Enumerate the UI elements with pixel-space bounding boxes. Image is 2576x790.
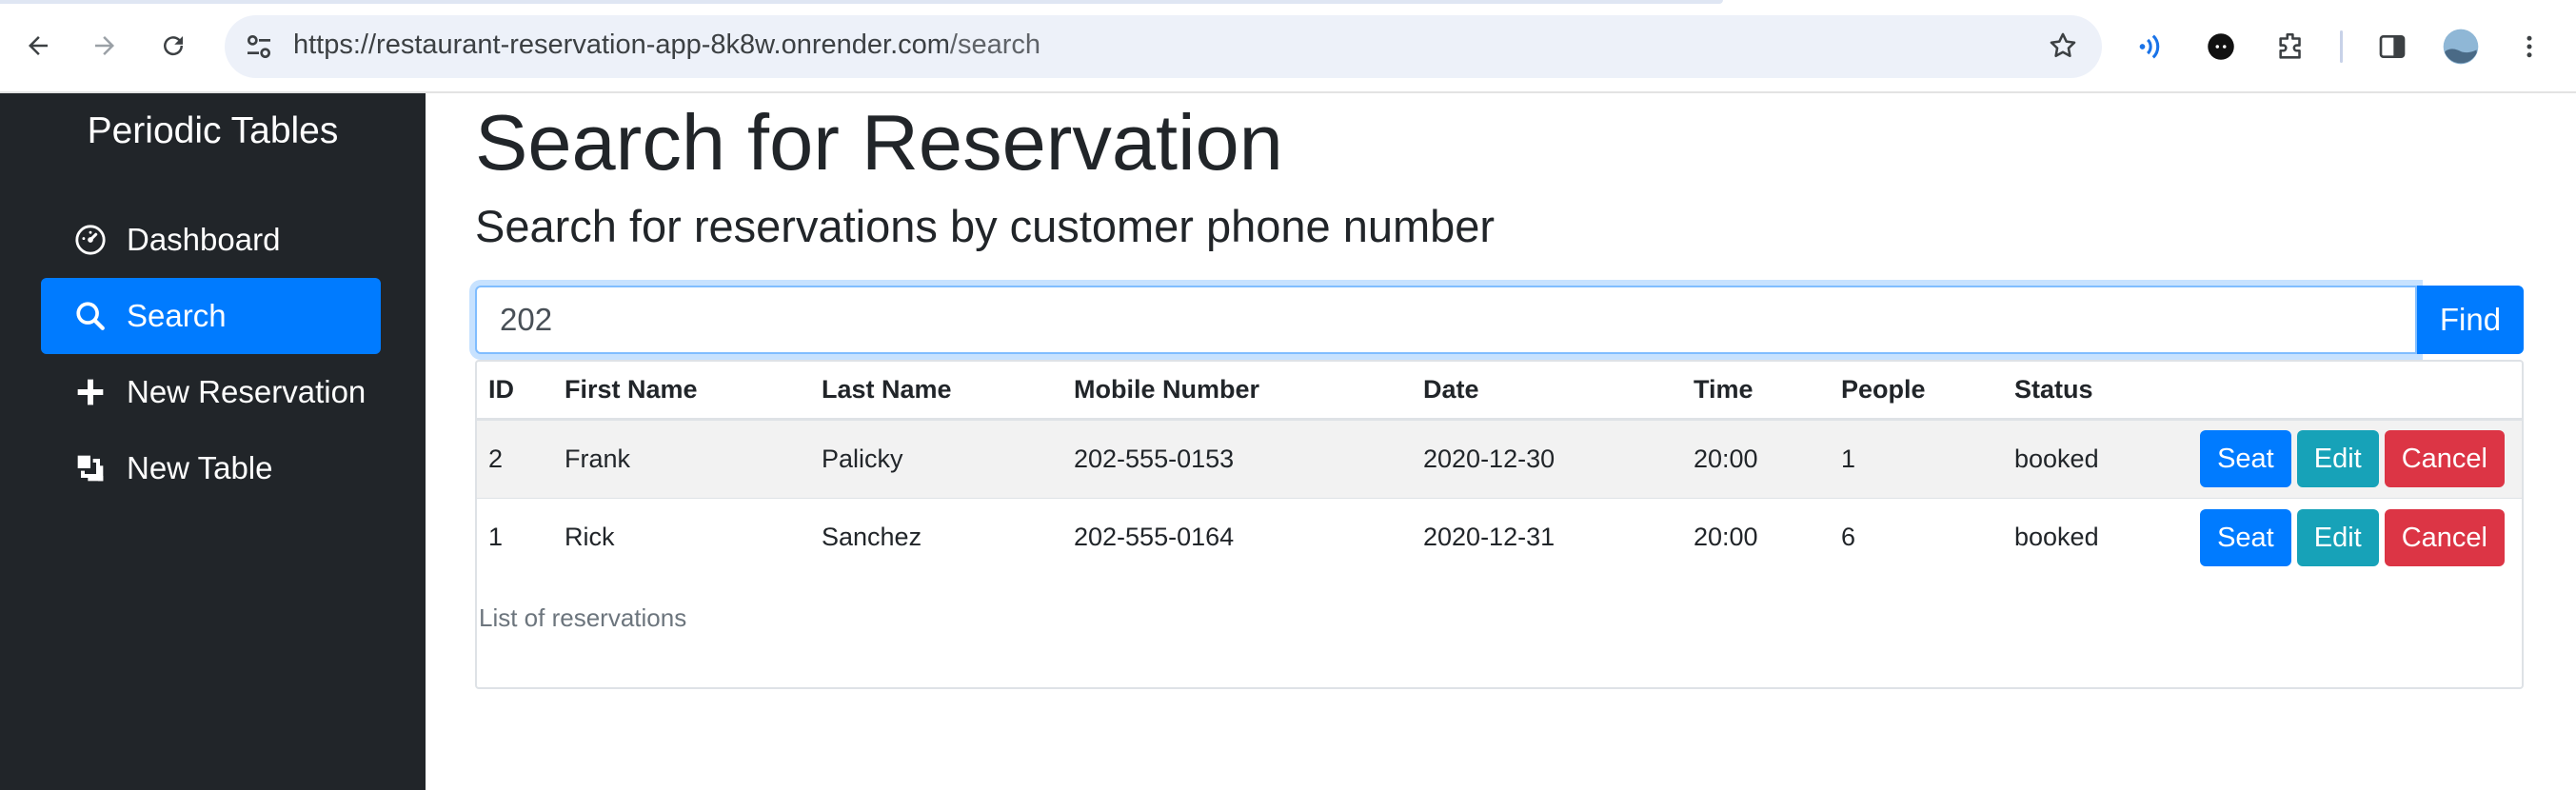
cell-id: 2 bbox=[477, 418, 553, 498]
edit-button[interactable]: Edit bbox=[2296, 430, 2379, 487]
column-header-people: People bbox=[1830, 362, 2003, 421]
find-button[interactable]: Find bbox=[2417, 286, 2524, 354]
url-path: /search bbox=[949, 30, 1041, 60]
cell-first-name: Frank bbox=[553, 418, 810, 498]
cell-mobile-number: 202-555-0153 bbox=[1062, 418, 1412, 498]
extensions-puzzle-icon[interactable] bbox=[2268, 23, 2315, 70]
browser-toolbar: https://restaurant-reservation-app-8k8w.… bbox=[0, 0, 2576, 93]
tab-strip bbox=[0, 0, 1723, 4]
cell-id: 1 bbox=[477, 497, 553, 577]
sidebar-item-label: Search bbox=[127, 298, 227, 333]
sidebar-item-new-reservation[interactable]: New Reservation bbox=[41, 354, 381, 430]
plus-icon bbox=[69, 371, 111, 413]
sidebar-item-label: New Table bbox=[127, 450, 273, 485]
cancel-button[interactable]: Cancel bbox=[2384, 508, 2505, 566]
back-icon[interactable] bbox=[17, 25, 59, 67]
side-panel-icon[interactable] bbox=[2368, 23, 2416, 70]
cell-people: 6 bbox=[1830, 497, 2003, 577]
cell-people: 1 bbox=[1830, 418, 2003, 498]
toolbar-divider bbox=[2340, 30, 2343, 63]
column-header-status: Status bbox=[2003, 362, 2155, 421]
bookmark-star-icon[interactable] bbox=[2047, 30, 2079, 67]
cell-time: 20:00 bbox=[1682, 497, 1830, 577]
cell-date: 2020-12-31 bbox=[1412, 497, 1682, 577]
sidebar: Periodic Tables Dashboard Search New Res… bbox=[0, 93, 426, 790]
column-header-date: Date bbox=[1412, 362, 1682, 421]
seat-button[interactable]: Seat bbox=[2200, 430, 2291, 487]
cell-actions: Seat Edit Cancel bbox=[2155, 418, 2522, 498]
browser-menu-icon[interactable] bbox=[2506, 23, 2553, 70]
profile-avatar-icon[interactable] bbox=[2437, 23, 2485, 70]
cell-first-name: Rick bbox=[553, 497, 810, 577]
extension-es-icon[interactable] bbox=[2197, 23, 2245, 70]
table-row: 2 Frank Palicky 202-555-0153 2020-12-30 … bbox=[477, 418, 2522, 498]
main-content: Search for Reservation Search for reserv… bbox=[426, 93, 2576, 790]
cell-status: booked bbox=[2003, 418, 2155, 498]
mobile-number-search-input[interactable] bbox=[475, 286, 2417, 354]
cell-last-name: Palicky bbox=[810, 418, 1062, 498]
reservations-table-container: ID First Name Last Name Mobile Number Da… bbox=[475, 360, 2524, 689]
address-bar[interactable]: https://restaurant-reservation-app-8k8w.… bbox=[225, 15, 2102, 78]
read-aloud-icon[interactable] bbox=[2127, 23, 2174, 70]
column-header-first-name: First Name bbox=[553, 362, 810, 421]
table-header-row: ID First Name Last Name Mobile Number Da… bbox=[477, 362, 2522, 421]
url-text: https://restaurant-reservation-app-8k8w.… bbox=[293, 30, 1040, 61]
cell-status: booked bbox=[2003, 497, 2155, 577]
column-header-mobile-number: Mobile Number bbox=[1062, 362, 1412, 421]
sidebar-item-new-table[interactable]: New Table bbox=[41, 430, 381, 506]
cell-mobile-number: 202-555-0164 bbox=[1062, 497, 1412, 577]
sidebar-item-dashboard[interactable]: Dashboard bbox=[41, 202, 381, 278]
table-row: 1 Rick Sanchez 202-555-0164 2020-12-31 2… bbox=[477, 497, 2522, 577]
dashboard-icon bbox=[69, 219, 111, 261]
cell-last-name: Sanchez bbox=[810, 497, 1062, 577]
brand-title[interactable]: Periodic Tables bbox=[0, 110, 426, 152]
cell-actions: Seat Edit Cancel bbox=[2155, 497, 2522, 577]
search-icon bbox=[69, 295, 111, 337]
table-icon bbox=[69, 447, 111, 489]
page-subtitle: Search for reservations by customer phon… bbox=[475, 201, 1496, 251]
reservations-table: ID First Name Last Name Mobile Number Da… bbox=[477, 362, 2522, 577]
column-header-last-name: Last Name bbox=[810, 362, 1062, 421]
cancel-button[interactable]: Cancel bbox=[2384, 430, 2505, 487]
sidebar-item-label: New Reservation bbox=[127, 374, 367, 409]
page-title: Search for Reservation bbox=[475, 98, 1283, 187]
column-header-id: ID bbox=[477, 362, 553, 421]
cell-date: 2020-12-30 bbox=[1412, 418, 1682, 498]
column-header-actions bbox=[2155, 362, 2522, 421]
sidebar-item-search[interactable]: Search bbox=[41, 278, 381, 354]
edit-button[interactable]: Edit bbox=[2296, 508, 2379, 566]
cell-time: 20:00 bbox=[1682, 418, 1830, 498]
reload-icon[interactable] bbox=[152, 25, 194, 67]
table-caption: List of reservations bbox=[479, 603, 687, 632]
seat-button[interactable]: Seat bbox=[2200, 508, 2291, 566]
site-settings-icon[interactable] bbox=[244, 31, 274, 67]
column-header-time: Time bbox=[1682, 362, 1830, 421]
url-host: https://restaurant-reservation-app-8k8w.… bbox=[293, 30, 950, 60]
forward-icon[interactable] bbox=[84, 25, 126, 67]
sidebar-item-label: Dashboard bbox=[127, 222, 281, 257]
